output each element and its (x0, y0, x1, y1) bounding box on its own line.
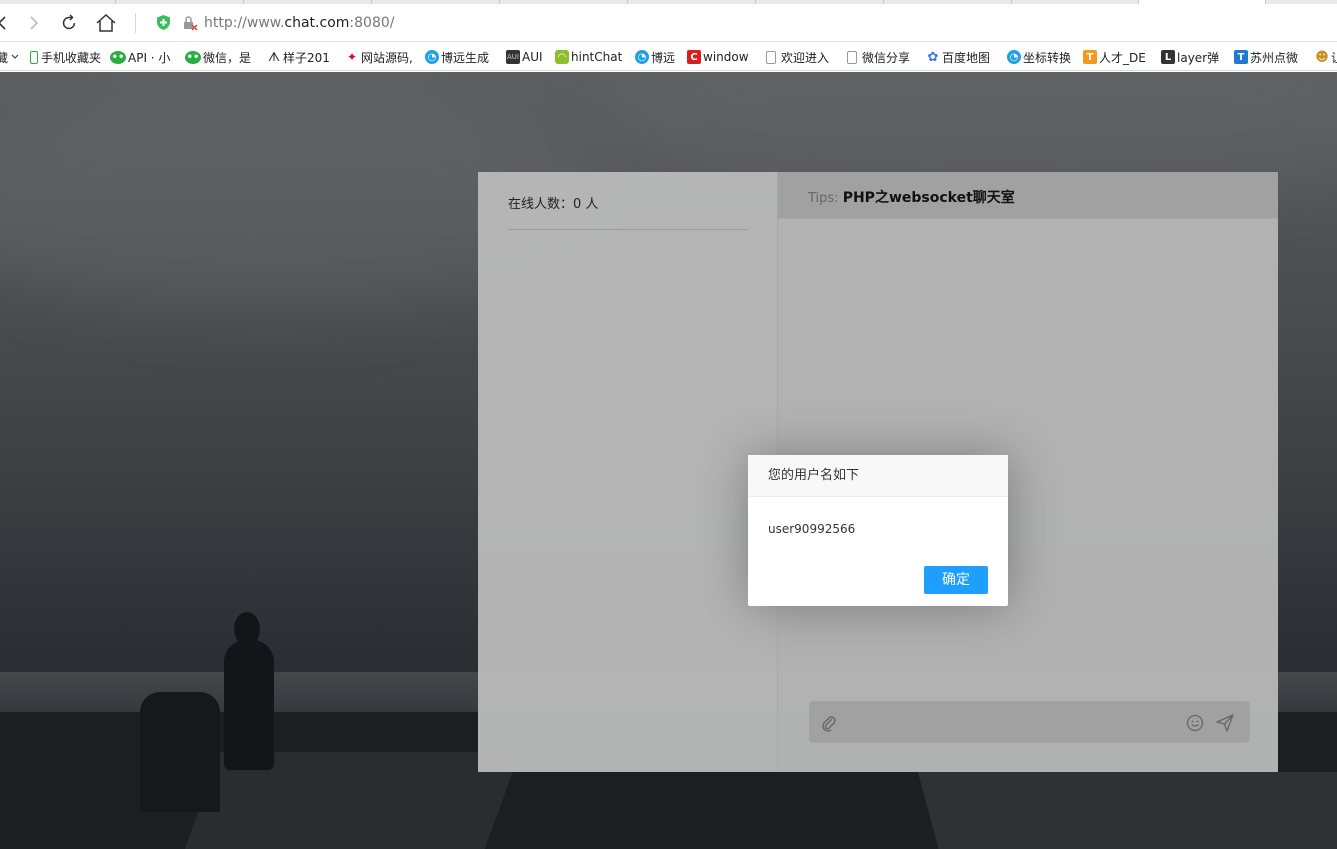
bookmark-item[interactable]: Cwindow (687, 47, 749, 67)
hint-icon: ◠ (555, 50, 569, 64)
globe-icon: ◔ (1007, 50, 1021, 64)
back-arrow-icon (0, 16, 6, 30)
bookmark-label: 网站源码, (361, 50, 413, 65)
chat-header: Tips: PHP之websocket聊天室 (778, 172, 1278, 219)
back-button[interactable] (0, 10, 16, 36)
globe-icon: ◔ (425, 50, 439, 64)
reload-button[interactable] (56, 10, 82, 36)
bookmark-item[interactable]: AUI AUI (506, 47, 543, 67)
tips-prefix: Tips: (808, 191, 839, 206)
bookmark-item[interactable]: T 苏州点微 (1234, 47, 1298, 67)
bookmark-item[interactable]: Llayer弹 (1161, 47, 1219, 67)
bookmark-item[interactable]: ᗑ 样子201 (267, 47, 330, 67)
bookmark-label: 博远 (651, 50, 676, 65)
online-count: 在线人数：0 人 (508, 193, 598, 212)
wechat-icon: •• (110, 50, 126, 64)
bookmark-label: 手机收藏夹 (41, 50, 102, 65)
bookmark-label: 微信，是 (203, 50, 252, 65)
bookmark-label: layer弹 (1177, 50, 1220, 65)
bookmark-label: 博远生成 (441, 50, 490, 65)
chevron-down-icon (11, 54, 19, 59)
bookmark-label: 百度地图 (942, 50, 991, 65)
divider (508, 229, 748, 230)
bookmark-folder[interactable]: 藏 (0, 47, 20, 67)
reload-icon (62, 14, 76, 30)
bookmark-item[interactable]: ◠ hintChat (555, 47, 622, 67)
bookmark-label: AUI (522, 50, 543, 64)
page-icon (847, 50, 857, 64)
page-icon (766, 50, 776, 64)
url-scheme: http://www. (204, 15, 285, 31)
chat-title: PHP之websocket聊天室 (842, 190, 1015, 206)
url-host: chat.com (284, 15, 350, 31)
bookmark-label: 让 (1331, 49, 1337, 66)
bookmark-label: 微信分享 (862, 50, 911, 65)
bookmark-label: window (703, 50, 749, 64)
bookmark-label: 人才_DE (1099, 50, 1146, 65)
layer-icon: L (1161, 50, 1175, 64)
message-composer (809, 701, 1250, 743)
bookmark-label: 苏州点微 (1250, 50, 1299, 65)
t-icon: T (1234, 50, 1248, 64)
baidu-paw-icon: ✿ (927, 49, 939, 65)
bookmark-label: 藏 (0, 49, 8, 66)
username-dialog: 您的用户名如下 user90992566 确定 (748, 455, 1008, 606)
message-input[interactable] (844, 708, 1174, 736)
bookmark-item[interactable]: •• API · 小 (110, 47, 170, 67)
online-label: 在线人数： (508, 197, 574, 212)
background-ramp (917, 772, 1337, 849)
forward-arrow-icon (30, 16, 39, 30)
bookmark-item[interactable]: 欢迎进入 (766, 47, 829, 67)
bookmark-item[interactable]: 微信分享 (847, 47, 910, 67)
shield-icon[interactable] (155, 14, 172, 31)
insecure-lock-icon[interactable] (182, 15, 198, 31)
background-figure (224, 640, 274, 770)
browser-navbar: http://www.chat.com:8080/ (0, 4, 1337, 42)
bookmark-item[interactable]: ✿ 百度地图 (926, 47, 990, 67)
dialog-username: user90992566 (768, 522, 856, 536)
person-icon: ☻ (1315, 49, 1329, 65)
online-value: 0 人 (573, 197, 599, 212)
chat-tips: Tips: PHP之websocket聊天室 (808, 187, 1015, 207)
home-button[interactable] (93, 10, 119, 36)
confirm-button[interactable]: 确定 (924, 566, 988, 594)
nav-divider (135, 13, 136, 33)
bookmark-label: 欢迎进入 (781, 50, 830, 65)
bookmark-item[interactable]: ✦ 网站源码, (345, 47, 413, 67)
bookmarks-bar: 藏 手机收藏夹 ••API · 小 ••微信，是 ᗑ样子201 ✦网站源码, ◔… (0, 43, 1337, 71)
emoji-icon[interactable] (1185, 713, 1205, 733)
page-background: 在线人数：0 人 Tips: PHP之websocket聊天室 (0, 72, 1337, 849)
bookmark-label: API · 小 (128, 50, 171, 65)
bookmark-label: 样子201 (283, 50, 330, 65)
bookmark-item[interactable]: T 人才_DE (1083, 47, 1146, 67)
aui-icon: AUI (506, 50, 520, 64)
home-icon (96, 13, 116, 32)
send-icon[interactable] (1215, 713, 1235, 733)
bookmark-item[interactable]: ☻让 (1315, 47, 1337, 67)
paperclip-icon[interactable] (820, 713, 838, 733)
bookmark-item[interactable]: •• 微信，是 (185, 47, 251, 67)
phone-icon (30, 50, 38, 64)
wechat-icon: •• (185, 50, 201, 64)
bookmark-label: hintChat (571, 50, 623, 64)
bookmark-item[interactable]: 手机收藏夹 (30, 47, 101, 67)
bookmark-item[interactable]: ◔ 博远 (635, 47, 675, 67)
bookmark-label: 坐标转换 (1023, 50, 1072, 65)
user-list-panel: 在线人数：0 人 (478, 172, 778, 772)
logo-icon: ✦ (346, 50, 358, 64)
forward-button[interactable] (20, 10, 46, 36)
address-bar[interactable]: http://www.chat.com:8080/ (204, 13, 394, 33)
bookmark-item[interactable]: ◔ 博远生成 (425, 47, 489, 67)
talent-icon: T (1083, 50, 1097, 64)
url-path: :8080/ (349, 15, 395, 31)
background-figure (140, 692, 220, 812)
dialog-title: 您的用户名如下 (748, 455, 1008, 497)
bookmark-item[interactable]: ◔ 坐标转换 (1007, 47, 1071, 67)
c-icon: C (687, 50, 701, 64)
globe-icon: ◔ (635, 50, 649, 64)
logo-icon: ᗑ (267, 49, 281, 65)
